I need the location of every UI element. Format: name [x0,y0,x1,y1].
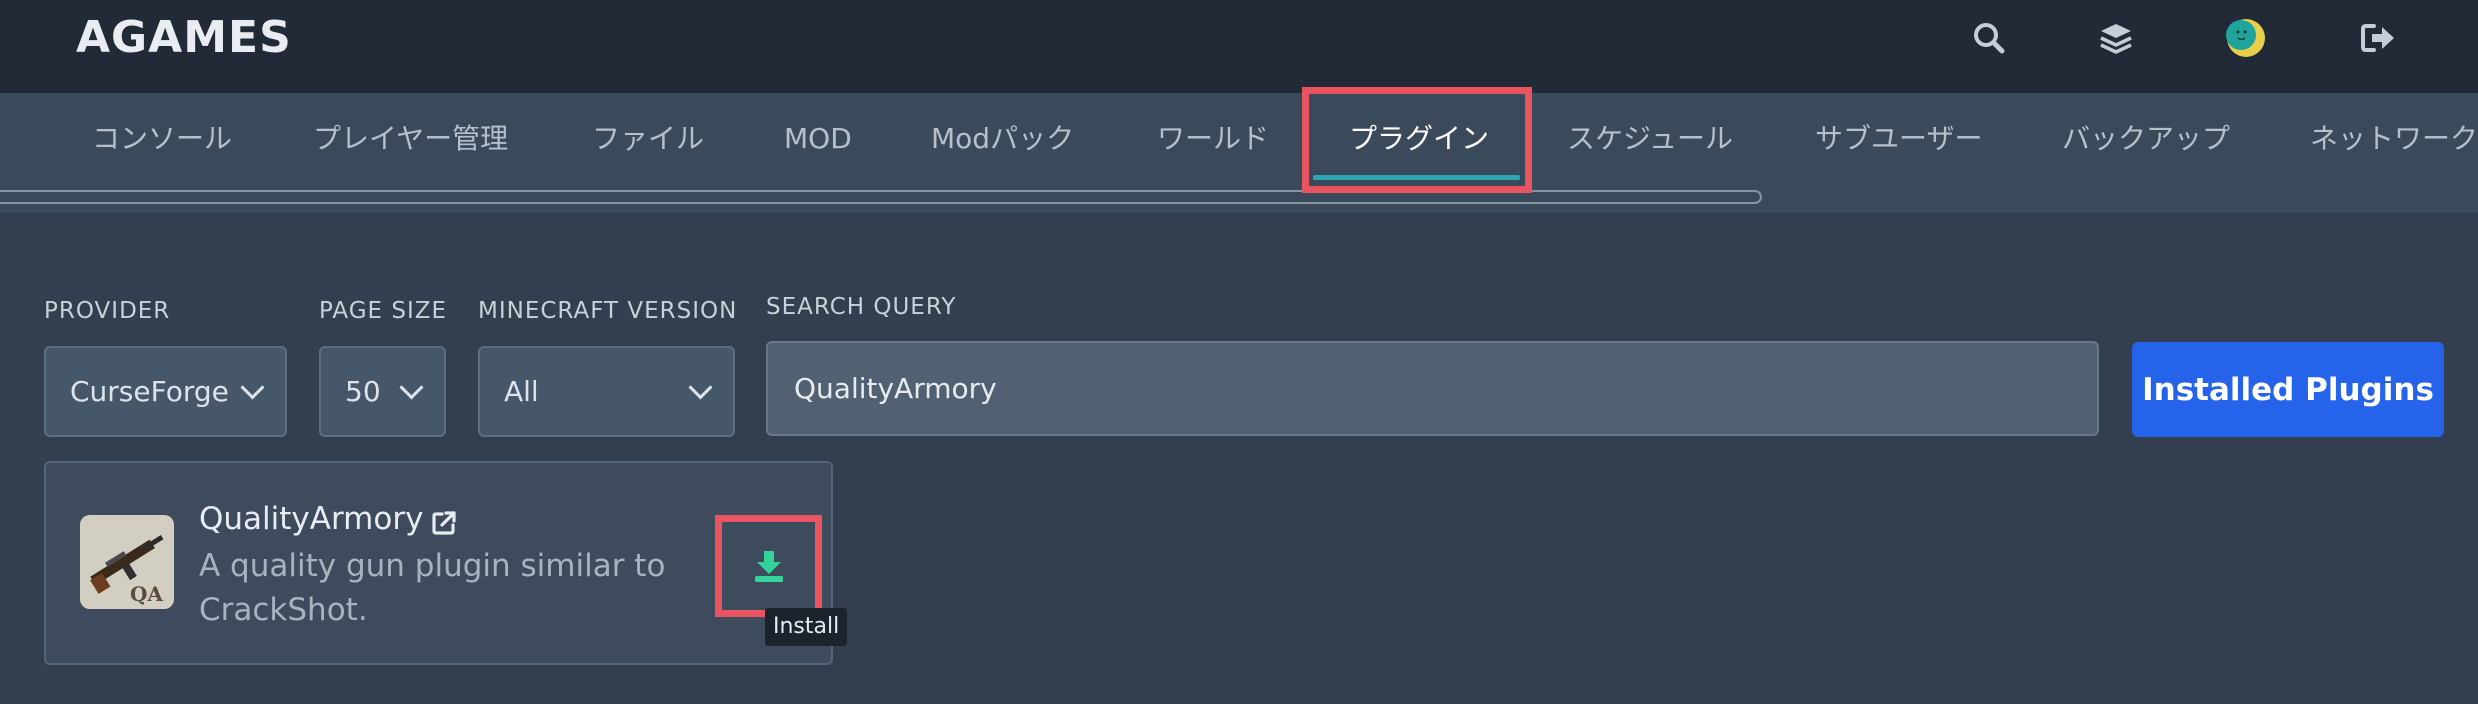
layers-icon[interactable] [2096,18,2136,58]
tab-files[interactable]: ファイル [592,117,704,161]
tab-mod[interactable]: MOD [784,117,852,161]
avatar[interactable] [2226,18,2266,58]
search-icon[interactable] [1969,18,2009,58]
page-size-select[interactable]: 50 [319,346,446,437]
tab-network[interactable]: ネットワーク [2310,117,2478,161]
logout-icon[interactable] [2358,18,2398,58]
tab-modpack[interactable]: Modパック [931,117,1074,161]
provider-label: PROVIDER [44,298,171,324]
thumb-qa-text: QA [130,582,163,606]
provider-value: CurseForge [70,375,229,408]
page-size-value: 50 [345,375,381,408]
tab-highlight-box [1302,87,1532,193]
minecraft-version-select[interactable]: All [478,346,735,437]
chevron-down-icon [399,375,424,400]
plugin-name: QualityArmory [199,501,424,537]
plugin-result-card: QA QualityArmory A quality gun plugin si… [44,461,833,665]
minecraft-version-value: All [504,375,539,408]
tab-world[interactable]: ワールド [1157,117,1269,161]
search-input[interactable] [766,341,2099,436]
tab-subusers[interactable]: サブユーザー [1815,117,1982,161]
brand-logo[interactable]: AGAMES [76,12,292,63]
download-icon [754,551,783,582]
external-link-icon[interactable] [430,509,458,537]
chevron-down-icon [240,375,265,400]
tab-list: コンソール プレイヤー管理 ファイル MOD Modパック ワールド プラグイン… [0,93,2478,185]
minecraft-version-label: MINECRAFT VERSION [478,298,738,324]
tab-schedule[interactable]: スケジュール [1567,117,1733,161]
tab-console[interactable]: コンソール [92,117,232,161]
search-query-label: SEARCH QUERY [766,294,957,320]
page-size-label: PAGE SIZE [319,298,448,324]
tab-backup[interactable]: バックアップ [2062,117,2230,161]
provider-select[interactable]: CurseForge [44,346,287,437]
top-bar: AGAMES [0,0,2478,93]
install-button[interactable] [715,515,822,617]
plugin-description: A quality gun plugin similar to CrackSho… [199,548,666,628]
chevron-down-icon [688,375,713,400]
tab-player-management[interactable]: プレイヤー管理 [313,117,508,161]
plugin-thumbnail: QA [80,515,174,609]
install-tooltip: Install [765,608,848,646]
installed-plugins-button[interactable]: Installed Plugins [2132,342,2444,437]
